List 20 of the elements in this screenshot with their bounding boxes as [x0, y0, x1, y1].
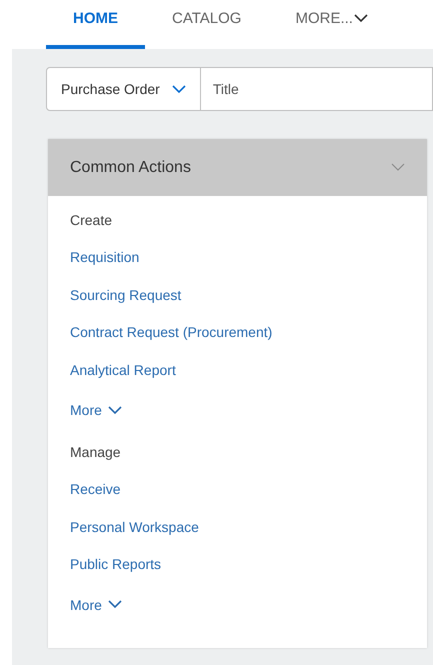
caret-icon — [172, 84, 186, 94]
section-heading: Create — [70, 211, 112, 230]
action-link[interactable]: Receive — [70, 471, 121, 508]
more-link[interactable]: More — [70, 584, 122, 626]
action-link[interactable]: Personal Workspace — [70, 508, 199, 546]
action-link[interactable]: Analytical Report — [70, 352, 176, 389]
object-type-dropdown[interactable]: Purchase Order — [46, 67, 201, 111]
nav-tab[interactable]: MORE... — [268, 0, 395, 49]
chevron-down-icon — [391, 163, 405, 172]
more-link[interactable]: More — [70, 389, 122, 431]
nav-tab[interactable]: CATALOG — [145, 0, 268, 49]
action-link[interactable]: Public Reports — [70, 546, 162, 584]
caret-icon — [108, 406, 122, 414]
action-link[interactable]: Requisition — [70, 239, 140, 276]
search-field[interactable]: Title — [200, 67, 433, 111]
section-heading: Manage — [70, 443, 121, 462]
card-header[interactable]: Common Actions — [48, 139, 427, 196]
action-link[interactable]: Contract Request (Procurement) — [70, 314, 272, 352]
action-link[interactable]: Sourcing Request — [70, 276, 182, 314]
caret-icon — [108, 600, 122, 609]
